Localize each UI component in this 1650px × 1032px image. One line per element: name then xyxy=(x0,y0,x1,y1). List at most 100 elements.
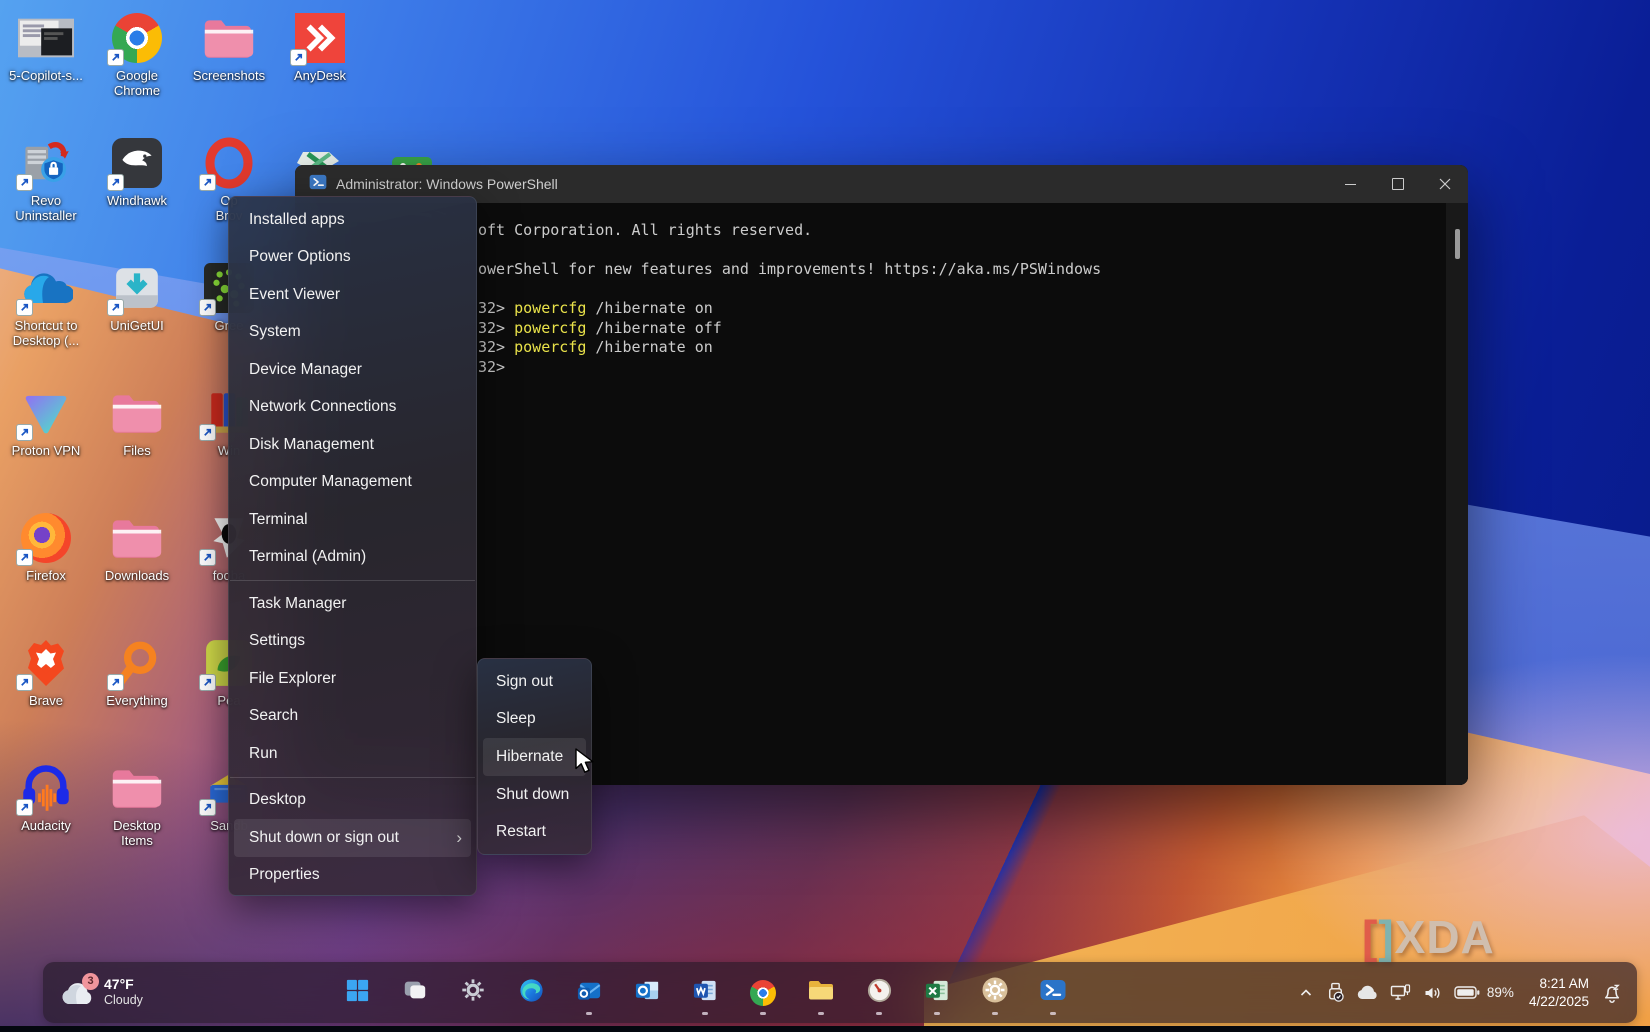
minimize-button[interactable] xyxy=(1327,165,1374,203)
desktop-icon-downloads-folder[interactable]: Downloads xyxy=(93,512,181,583)
taskbar-settings-app[interactable] xyxy=(451,970,495,1016)
menu-item-search[interactable]: Search xyxy=(234,698,471,736)
terminal-line: oft Corporation. All rights reserved. xyxy=(478,221,1101,241)
xda-bracket-right: ] xyxy=(1378,911,1394,963)
weather-alert-badge: 3 xyxy=(82,973,99,990)
desktop-icon-label: Everything xyxy=(93,693,181,708)
taskbar-word[interactable] xyxy=(683,970,727,1016)
windhawk-icon xyxy=(109,137,165,189)
start-icon xyxy=(344,977,371,1009)
submenu-item-shut-down[interactable]: Shut down xyxy=(483,776,586,814)
menu-item-power-options[interactable]: Power Options xyxy=(234,239,471,277)
menu-item-shut-down-or-sign-out[interactable]: Shut down or sign out› xyxy=(234,819,471,857)
taskbar-task-view-button[interactable] xyxy=(393,970,437,1016)
terminal-line: 32> xyxy=(478,358,1101,378)
battery-icon[interactable] xyxy=(1454,985,1480,1000)
window-title: Administrator: Windows PowerShell xyxy=(336,176,558,192)
xda-text: XDA xyxy=(1395,911,1495,963)
submenu-item-sign-out[interactable]: Sign out xyxy=(483,663,586,701)
shortcut-arrow-icon xyxy=(199,174,216,191)
desktop-icon-anydesk[interactable]: AnyDesk xyxy=(276,12,364,83)
menu-item-label: Installed apps xyxy=(249,211,462,229)
shortcut-arrow-icon xyxy=(290,49,307,66)
clock[interactable]: 8:21 AM 4/22/2025 xyxy=(1529,975,1589,1010)
menu-item-settings[interactable]: Settings xyxy=(234,623,471,661)
menu-item-desktop[interactable]: Desktop xyxy=(234,782,471,820)
menu-item-installed-apps[interactable]: Installed apps xyxy=(234,201,471,239)
desktop-icon-shortcut-to-desktop[interactable]: Shortcut to Desktop (... xyxy=(2,262,90,348)
menu-divider xyxy=(230,777,475,778)
powershell-icon xyxy=(309,173,327,196)
minimize-icon xyxy=(1345,184,1356,185)
onedrive-cloud-icon[interactable] xyxy=(1357,985,1379,1000)
volume-icon[interactable] xyxy=(1422,983,1443,1003)
taskbar-gear-utility-app[interactable] xyxy=(973,970,1017,1016)
taskbar-chrome-browser[interactable] xyxy=(741,970,785,1016)
taskbar-outlook-classic[interactable] xyxy=(625,970,669,1016)
running-indicator-dot xyxy=(1050,1012,1056,1015)
menu-item-file-explorer[interactable]: File Explorer xyxy=(234,660,471,698)
menu-item-disk-management[interactable]: Disk Management xyxy=(234,426,471,464)
weather-widget[interactable]: 3 47°F Cloudy xyxy=(51,962,153,1023)
chromeS-icon xyxy=(750,980,776,1006)
desktop-icon-proton-vpn[interactable]: Proton VPN xyxy=(2,387,90,458)
notification-bell-icon[interactable] xyxy=(1600,981,1623,1004)
taskbar: 3 47°F Cloudy xyxy=(43,962,1637,1023)
shortcut-arrow-icon xyxy=(16,799,33,816)
shortcut-arrow-icon xyxy=(16,549,33,566)
desktop-icon-label: Audacity xyxy=(2,818,90,833)
submenu-item-hibernate[interactable]: Hibernate xyxy=(483,738,586,776)
menu-item-event-viewer[interactable]: Event Viewer xyxy=(234,276,471,314)
terminal-line: owerShell for new features and improveme… xyxy=(478,260,1101,280)
desktop-icon-windhawk[interactable]: Windhawk xyxy=(93,137,181,208)
menu-item-computer-management[interactable]: Computer Management xyxy=(234,464,471,502)
taskbar-gauge-app[interactable] xyxy=(857,970,901,1016)
desktop-icon-files-folder[interactable]: Files xyxy=(93,387,181,458)
menu-item-label: Computer Management xyxy=(249,473,462,491)
desktop-icon-google-chrome[interactable]: Google Chrome xyxy=(93,12,181,98)
desktop-icon-revo-uninstaller[interactable]: Revo Uninstaller xyxy=(2,137,90,223)
close-button[interactable] xyxy=(1421,165,1468,203)
submenu-item-sleep[interactable]: Sleep xyxy=(483,701,586,739)
menu-item-network-connections[interactable]: Network Connections xyxy=(234,389,471,427)
menu-item-label: Task Manager xyxy=(249,595,462,613)
menu-item-device-manager[interactable]: Device Manager xyxy=(234,351,471,389)
desktop-icon-everything[interactable]: Everything xyxy=(93,637,181,708)
terminal-scrollbar[interactable] xyxy=(1446,203,1468,785)
tray-overflow-chevron-icon[interactable] xyxy=(1298,985,1314,1001)
cast-display-icon[interactable] xyxy=(1390,983,1411,1003)
maximize-button[interactable] xyxy=(1374,165,1421,203)
taskbar-file-explorer[interactable] xyxy=(799,970,843,1016)
desktop: 5-Copilot-s...Google ChromeScreenshotsAn… xyxy=(0,0,1650,1032)
shortcut-arrow-icon xyxy=(16,299,33,316)
taskbar-powershell[interactable] xyxy=(1031,970,1075,1016)
taskbar-excel[interactable] xyxy=(915,970,959,1016)
menu-item-system[interactable]: System xyxy=(234,314,471,352)
system-tray: 89% 8:21 AM 4/22/2025 xyxy=(1298,962,1623,1023)
menu-item-label: Network Connections xyxy=(249,398,462,416)
menu-item-terminal-admin[interactable]: Terminal (Admin) xyxy=(234,539,471,577)
desktop-icon-brave[interactable]: Brave xyxy=(2,637,90,708)
desktop-icon-firefox[interactable]: Firefox xyxy=(2,512,90,583)
menu-item-label: Sign out xyxy=(496,673,578,691)
battery-percentage[interactable]: 89% xyxy=(1487,985,1514,1000)
screen-bottom-strip xyxy=(0,1026,1650,1032)
menu-item-properties[interactable]: Properties xyxy=(234,857,471,895)
menu-item-task-manager[interactable]: Task Manager xyxy=(234,585,471,623)
submenu-item-restart[interactable]: Restart xyxy=(483,813,586,851)
taskbar-start-button[interactable] xyxy=(335,970,379,1016)
shortcut-arrow-icon xyxy=(107,674,124,691)
menu-item-terminal[interactable]: Terminal xyxy=(234,501,471,539)
menu-item-run[interactable]: Run xyxy=(234,735,471,773)
desktop-icon-screenshots-folder[interactable]: Screenshots xyxy=(185,12,273,83)
taskbar-outlook-new[interactable] xyxy=(567,970,611,1016)
gear-icon xyxy=(460,977,486,1008)
taskbar-edge-browser[interactable] xyxy=(509,970,553,1016)
usb-safely-remove-icon[interactable] xyxy=(1325,982,1346,1003)
desktop-icon-unigetui[interactable]: UniGetUI xyxy=(93,262,181,333)
menu-item-label: Event Viewer xyxy=(249,286,462,304)
desktop-icon-desktop-items-folder[interactable]: Desktop Items xyxy=(93,762,181,848)
desktop-icon-audacity[interactable]: Audacity xyxy=(2,762,90,833)
scrollbar-thumb[interactable] xyxy=(1455,229,1460,259)
desktop-icon-5-copilot-screenshot[interactable]: 5-Copilot-s... xyxy=(2,12,90,83)
